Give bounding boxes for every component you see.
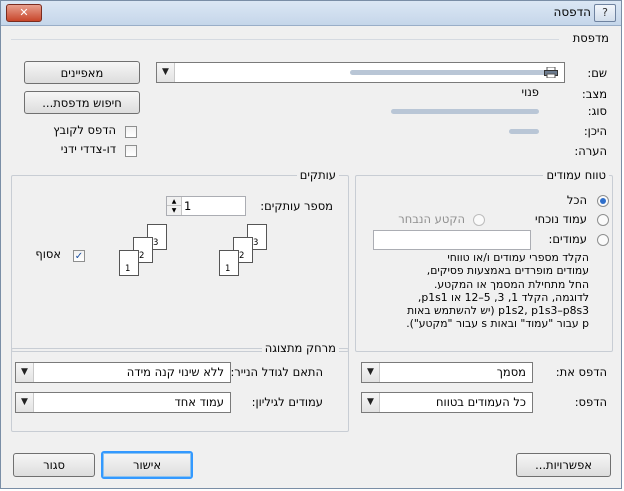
properties-button[interactable]: מאפיינים <box>24 61 140 84</box>
current-page-radio[interactable] <box>597 214 609 226</box>
print-select[interactable]: ▼ כל העמודים בטווח <box>361 392 533 413</box>
all-pages-label: הכל <box>566 193 587 207</box>
page-range-group-label: טווח עמודים <box>543 168 609 182</box>
stepper-down-icon[interactable]: ▼ <box>167 206 181 215</box>
pages-radio[interactable] <box>597 234 609 246</box>
copies-stepper[interactable]: ▲ ▼ <box>167 197 182 215</box>
find-printer-button[interactable]: חיפוש מדפסת... <box>24 91 140 114</box>
print-what-value: מסמך <box>496 365 526 379</box>
zoom-group-label: מרחק מתצוגה <box>261 341 339 355</box>
print-what-select[interactable]: ▼ מסמך <box>361 362 533 383</box>
printer-group-label: מדפסת <box>572 31 609 45</box>
help-icon[interactable]: ? <box>594 4 616 22</box>
printer-type-label: סוג: <box>587 104 607 118</box>
print-what-label: הדפס את: <box>555 365 607 379</box>
options-button[interactable]: אפשרויות... <box>516 453 611 477</box>
chevron-down-icon: ▼ <box>362 363 380 382</box>
scale-to-paper-label: התאם לגודל הנייר: <box>230 365 323 379</box>
collate-checkbox[interactable]: ✓ <box>73 250 85 262</box>
ok-button[interactable]: אישור <box>101 451 193 479</box>
current-page-label: עמוד נוכחי <box>535 212 587 226</box>
print-to-file-checkbox[interactable] <box>125 126 137 138</box>
printer-comment-label: הערה: <box>574 144 607 158</box>
printer-status-label: מצב: <box>581 87 607 101</box>
printer-name-value-redacted <box>350 70 550 75</box>
printer-type-value-redacted <box>391 109 539 114</box>
printer-status-value: פנוי <box>521 85 540 99</box>
pages-per-sheet-select[interactable]: ▼ עמוד אחד <box>15 392 231 413</box>
chevron-down-icon: ▼ <box>157 63 175 82</box>
collate-label: אסוף <box>35 247 61 261</box>
stepper-up-icon[interactable]: ▲ <box>167 197 181 206</box>
manual-duplex-label: דו-צדדי ידני <box>60 142 116 156</box>
pages-per-sheet-label: עמודים לגיליון: <box>251 395 323 409</box>
chevron-down-icon: ▼ <box>362 393 380 412</box>
scale-to-paper-value: ללא שינוי קנה מידה <box>126 365 224 379</box>
selection-label: הקטע הנבחר <box>398 212 465 226</box>
copies-count-input[interactable]: ▲ ▼ 1 <box>166 196 246 216</box>
pages-label: עמודים: <box>548 232 588 246</box>
selection-radio[interactable] <box>473 214 485 226</box>
printer-separator <box>11 39 559 40</box>
window-title: הדפסה <box>553 5 591 19</box>
print-dialog: הדפסה ? ✕ מדפסת שם: ▼ מאפיינים מצב: פנוי… <box>0 0 622 489</box>
zoom-group <box>11 348 349 432</box>
close-icon[interactable]: ✕ <box>6 4 42 22</box>
collate-illustration-right: 3 2 1 <box>219 224 279 284</box>
printer-name-label: שם: <box>587 66 607 80</box>
pages-input[interactable] <box>373 230 531 250</box>
pages-per-sheet-value: עמוד אחד <box>174 395 224 409</box>
print-label: הדפס: <box>574 395 607 409</box>
manual-duplex-checkbox[interactable] <box>125 145 137 157</box>
page-range-help-text: הקלד מספרי עמודים ו/או טווחי עמודים מופרד… <box>406 251 589 331</box>
chevron-down-icon: ▼ <box>16 393 34 412</box>
all-pages-radio[interactable] <box>597 195 609 207</box>
scale-to-paper-select[interactable]: ▼ ללא שינוי קנה מידה <box>15 362 231 383</box>
collate-illustration-left: 3 2 1 <box>119 224 179 284</box>
print-value: כל העמודים בטווח <box>436 395 526 409</box>
copies-count-label: מספר עותקים: <box>260 199 333 213</box>
printer-name-select[interactable]: ▼ <box>156 62 565 83</box>
printer-where-label: היכן: <box>583 124 607 138</box>
copies-count-value: 1 <box>184 199 192 213</box>
chevron-down-icon: ▼ <box>16 363 34 382</box>
printer-icon <box>544 66 558 79</box>
print-to-file-label: הדפס לקובץ <box>53 123 116 137</box>
printer-where-value-redacted <box>509 129 539 134</box>
title-bar: הדפסה ? ✕ <box>1 1 621 26</box>
cancel-button[interactable]: סגור <box>13 453 95 477</box>
copies-group-label: עותקים <box>296 168 339 182</box>
